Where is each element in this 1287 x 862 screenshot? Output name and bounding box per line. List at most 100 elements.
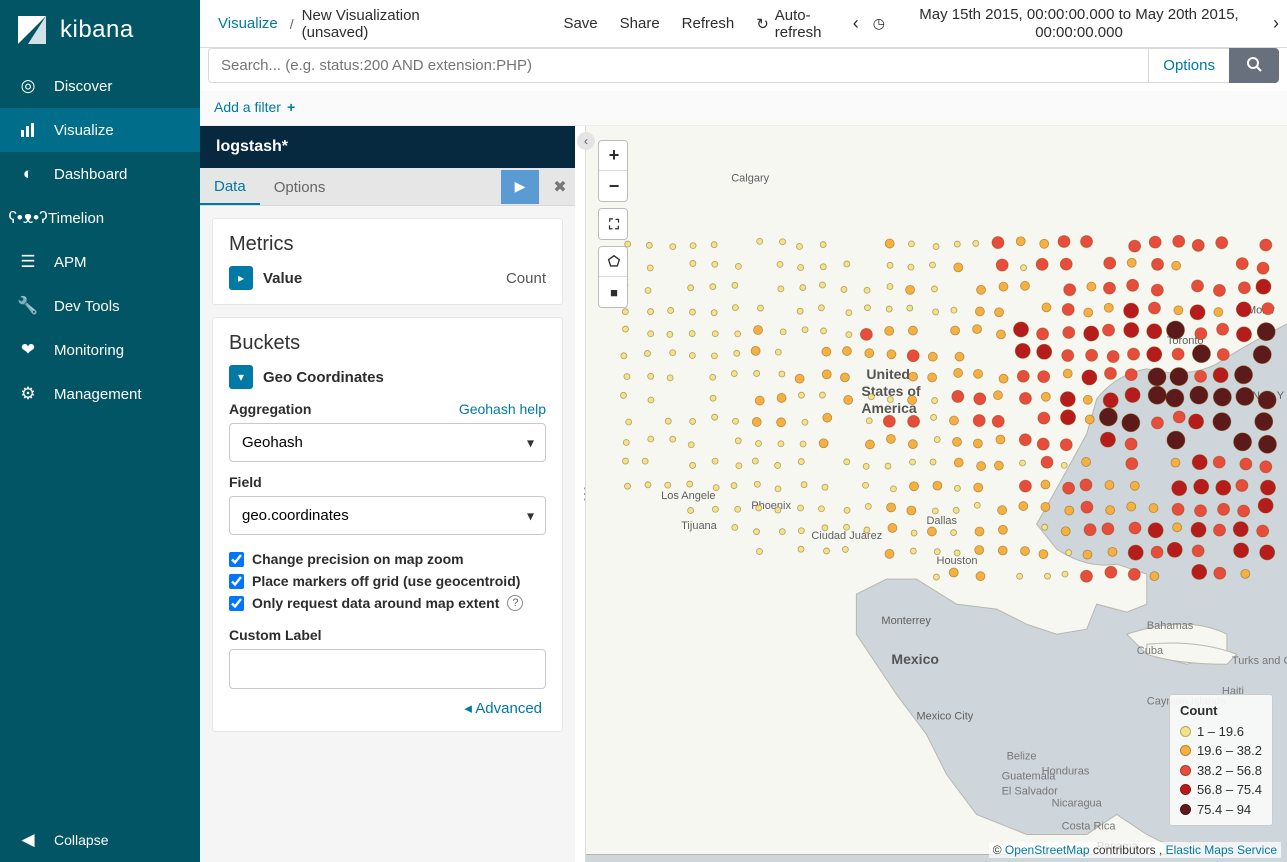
map-marker[interactable]: [933, 574, 939, 580]
map-marker[interactable]: [1234, 433, 1252, 451]
map-marker[interactable]: [1236, 258, 1248, 270]
map-marker[interactable]: [1236, 327, 1251, 342]
map-marker[interactable]: [798, 546, 804, 552]
map-marker[interactable]: [1062, 350, 1074, 362]
map-marker[interactable]: [780, 239, 786, 245]
map-marker[interactable]: [1151, 546, 1163, 558]
draw-polygon-button[interactable]: ⬠: [599, 247, 628, 277]
map-marker[interactable]: [665, 418, 671, 424]
map-marker[interactable]: [1104, 257, 1116, 269]
map-marker[interactable]: [1260, 239, 1272, 251]
map-marker[interactable]: [1124, 323, 1139, 338]
map-marker[interactable]: [842, 546, 848, 552]
map-marker[interactable]: [949, 416, 958, 425]
map-marker[interactable]: [648, 373, 654, 379]
map-marker[interactable]: [1172, 503, 1184, 515]
map-marker[interactable]: [864, 527, 870, 533]
sidebar-item-dashboard[interactable]: ◐Dashboard: [0, 152, 200, 196]
map-marker[interactable]: [626, 419, 632, 425]
map-marker[interactable]: [1190, 305, 1205, 320]
map-marker[interactable]: [645, 288, 651, 294]
map-marker[interactable]: [1167, 542, 1182, 557]
map-marker[interactable]: [998, 525, 1007, 534]
map-marker[interactable]: [1241, 569, 1250, 578]
map-marker[interactable]: [951, 326, 960, 335]
map-marker[interactable]: [711, 353, 717, 359]
map-marker[interactable]: [1106, 506, 1115, 515]
map-marker[interactable]: [820, 264, 826, 270]
map-marker[interactable]: [712, 506, 718, 512]
map-marker[interactable]: [906, 285, 915, 294]
map-marker[interactable]: [973, 325, 982, 334]
map-marker[interactable]: [1238, 282, 1250, 294]
map-marker[interactable]: [1214, 567, 1226, 579]
map-marker[interactable]: [732, 524, 738, 530]
map-marker[interactable]: [1061, 462, 1067, 468]
map-marker[interactable]: [822, 370, 831, 379]
map-marker[interactable]: [646, 242, 652, 248]
map-marker[interactable]: [844, 395, 853, 404]
sidebar-item-discover[interactable]: ◎Discover: [0, 64, 200, 108]
map-marker[interactable]: [1041, 456, 1053, 468]
map-marker[interactable]: [1170, 368, 1188, 386]
map-marker[interactable]: [908, 326, 917, 335]
map-marker[interactable]: [780, 329, 786, 335]
map-marker[interactable]: [777, 393, 786, 402]
map-marker[interactable]: [1062, 571, 1068, 577]
field-select[interactable]: geo.coordinates: [229, 496, 546, 535]
map-marker[interactable]: [1085, 415, 1094, 424]
map-marker[interactable]: [622, 458, 628, 464]
map-marker[interactable]: [868, 394, 874, 400]
map-marker[interactable]: [1194, 479, 1209, 494]
map-marker[interactable]: [688, 442, 694, 448]
map-marker[interactable]: [736, 463, 742, 469]
aggregation-select[interactable]: Geohash: [229, 423, 546, 462]
map-marker[interactable]: [933, 244, 939, 250]
map-marker[interactable]: [711, 242, 717, 248]
map-marker[interactable]: [779, 371, 785, 377]
map-marker[interactable]: [1148, 302, 1160, 314]
map-marker[interactable]: [974, 483, 983, 492]
map-marker[interactable]: [1017, 573, 1023, 579]
map-marker[interactable]: [1213, 413, 1231, 431]
map-marker[interactable]: [1195, 370, 1207, 382]
map-marker[interactable]: [1061, 527, 1070, 536]
map-marker[interactable]: [865, 440, 874, 449]
map-marker[interactable]: [994, 461, 1003, 470]
map-marker[interactable]: [973, 415, 985, 427]
map-marker[interactable]: [1236, 302, 1251, 317]
map-marker[interactable]: [1236, 387, 1254, 405]
map-marker[interactable]: [1213, 368, 1228, 383]
map-marker[interactable]: [934, 437, 940, 443]
map-marker[interactable]: [796, 244, 802, 250]
discard-button[interactable]: ✖: [545, 177, 575, 197]
map-marker[interactable]: [928, 352, 937, 361]
time-range[interactable]: May 15th 2015, 00:00:00.000 to May 20th …: [899, 6, 1259, 42]
map-marker[interactable]: [752, 458, 758, 464]
sidebar-item-devtools[interactable]: 🔧Dev Tools: [0, 284, 200, 328]
map-marker[interactable]: [1038, 371, 1050, 383]
map-marker[interactable]: [953, 507, 959, 513]
map-marker[interactable]: [1125, 438, 1137, 450]
map-marker[interactable]: [998, 506, 1007, 515]
map-marker[interactable]: [1218, 503, 1230, 515]
map-marker[interactable]: [667, 331, 673, 337]
map-marker[interactable]: [754, 529, 760, 535]
clock-icon[interactable]: ◷: [873, 15, 885, 32]
map-marker[interactable]: [1253, 346, 1271, 364]
map-marker[interactable]: [1081, 236, 1093, 248]
map-marker[interactable]: [1082, 370, 1097, 385]
map-marker[interactable]: [885, 326, 894, 335]
map-marker[interactable]: [1060, 392, 1075, 407]
map-marker[interactable]: [687, 481, 693, 487]
map-marker[interactable]: [949, 568, 958, 577]
map-marker[interactable]: [1258, 435, 1276, 453]
map-marker[interactable]: [1171, 458, 1180, 467]
map-marker[interactable]: [818, 506, 824, 512]
map-marker[interactable]: [689, 352, 695, 358]
map-marker[interactable]: [798, 265, 804, 271]
map-marker[interactable]: [953, 437, 962, 446]
map-marker[interactable]: [713, 485, 719, 491]
map-marker[interactable]: [731, 371, 737, 377]
map-marker[interactable]: [887, 284, 893, 290]
